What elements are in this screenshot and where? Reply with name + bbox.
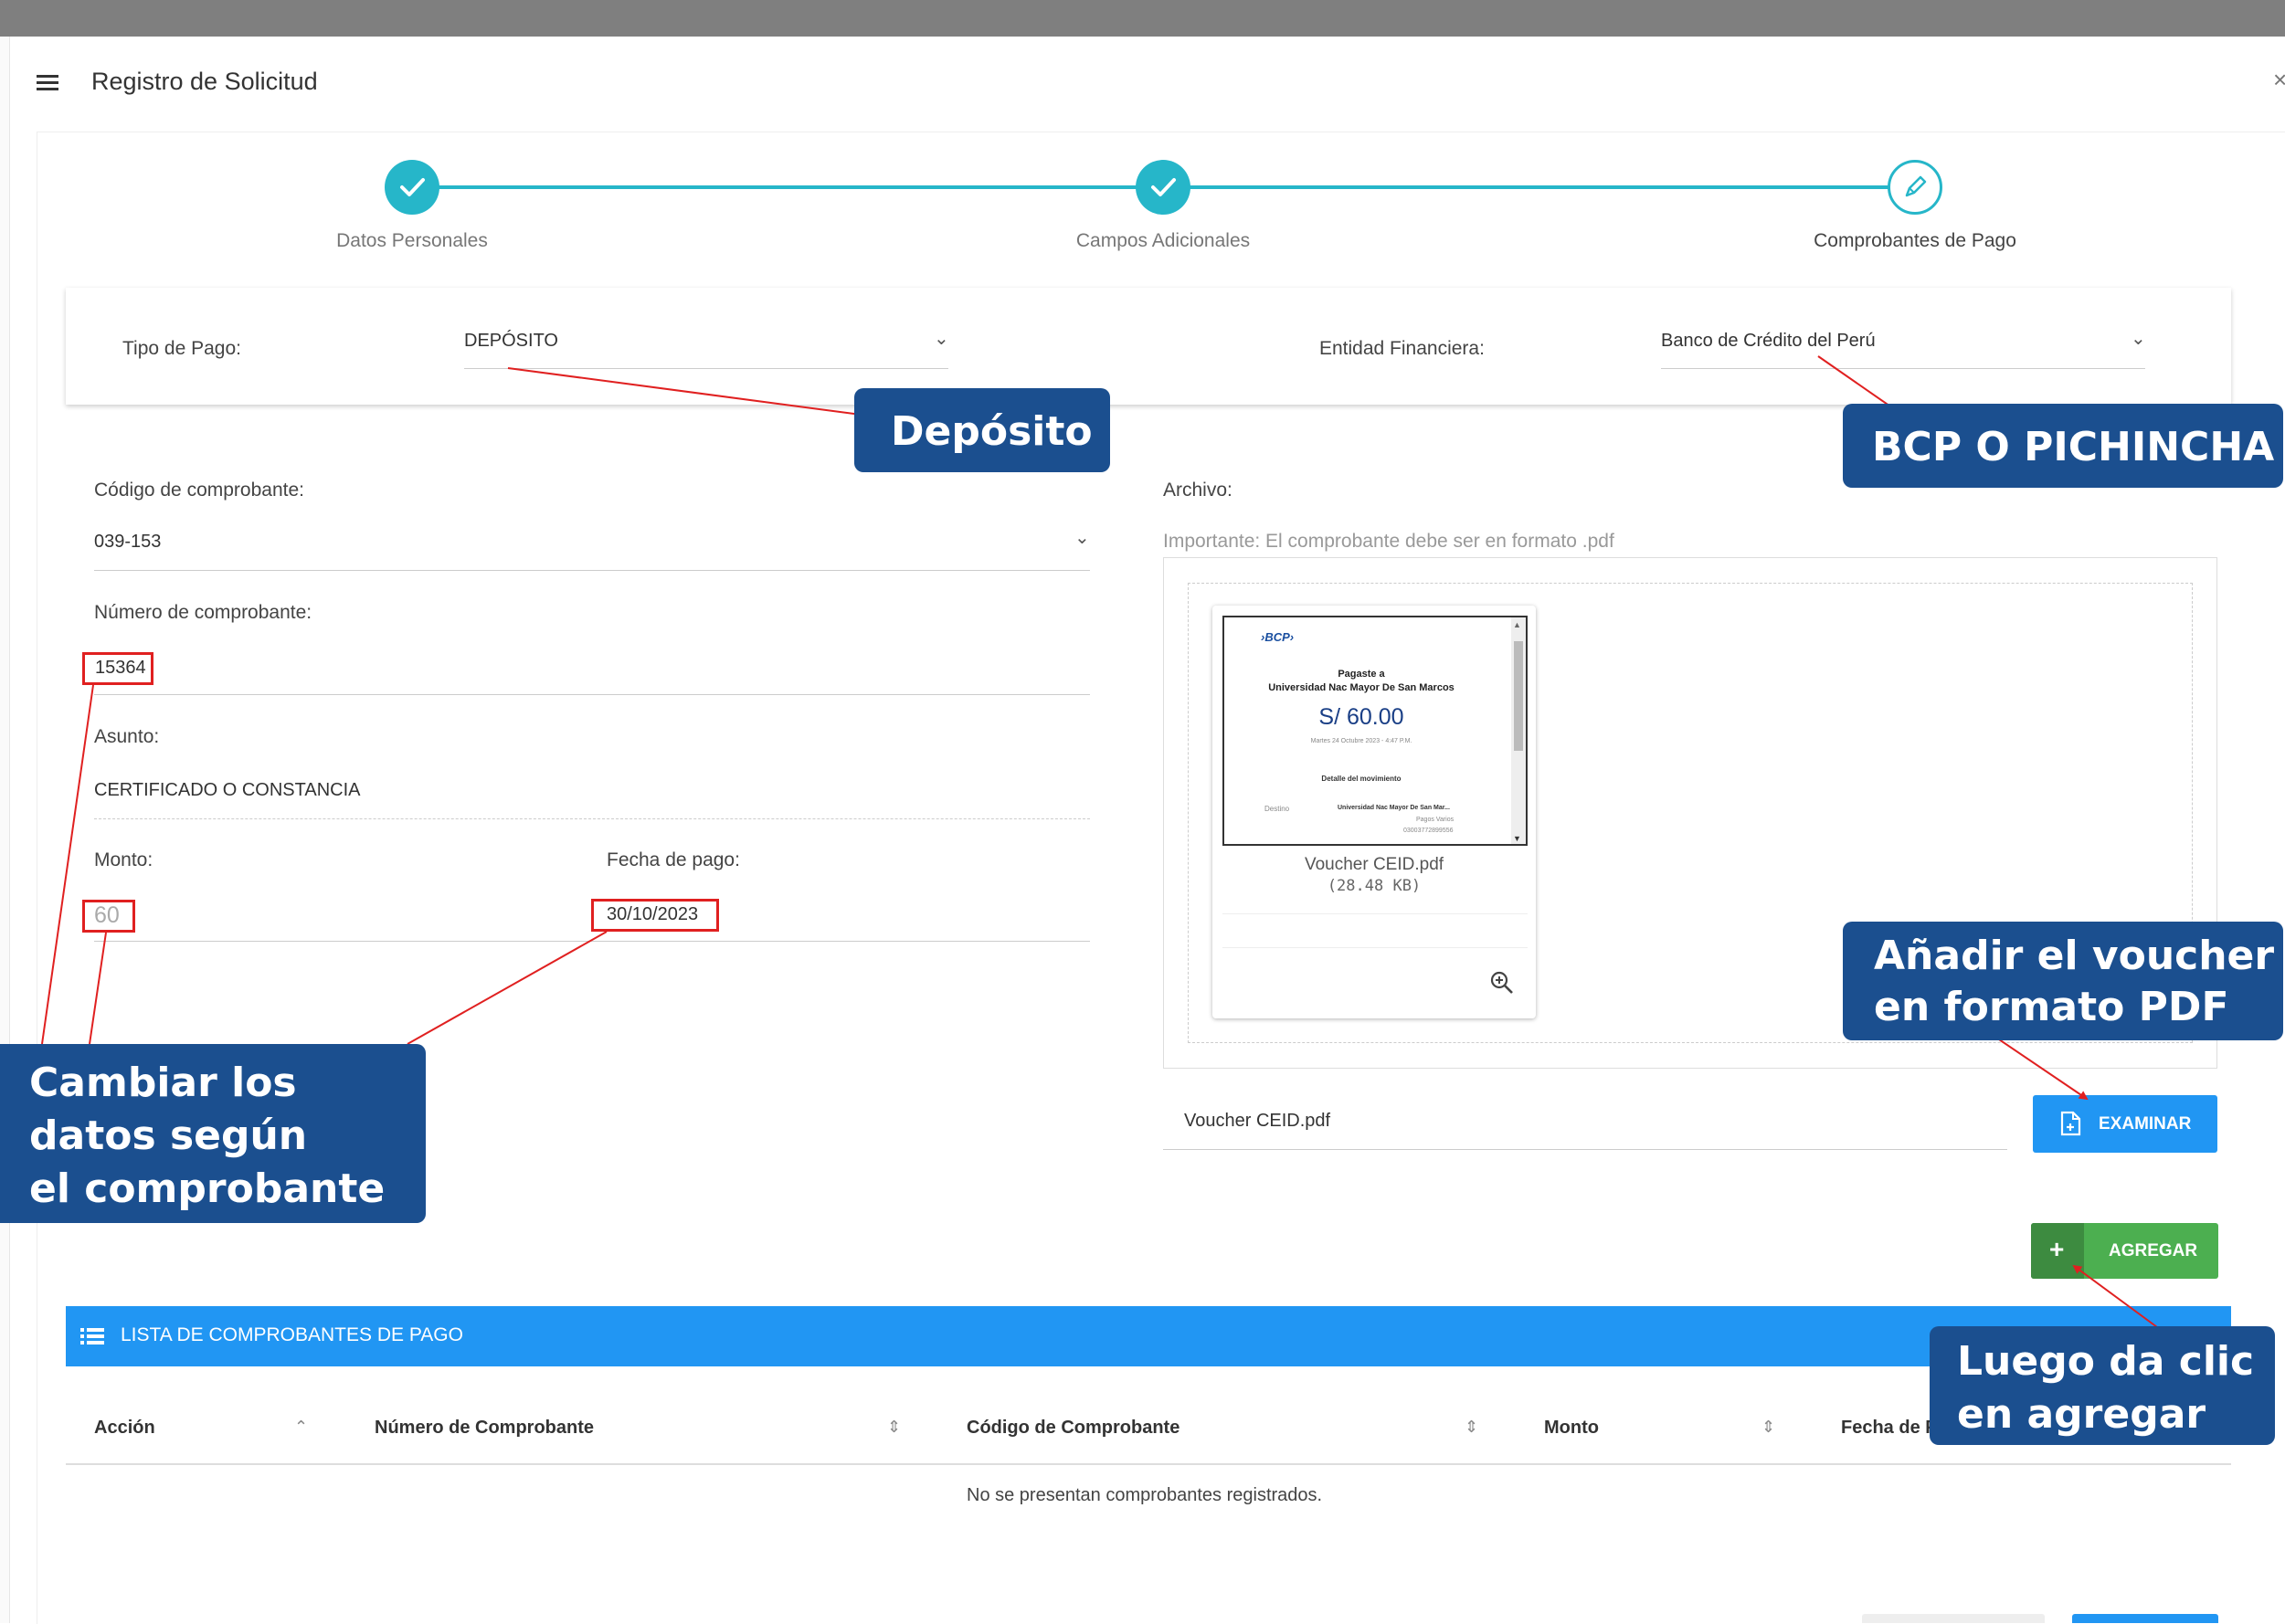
- callout-bcp: BCP O PICHINCHA: [1843, 404, 2283, 488]
- callout-deposito: Depósito: [854, 388, 1110, 472]
- callout-voucher: Añadir el voucher en formato PDF: [1843, 922, 2283, 1040]
- callout-agregar: Luego da clic en agregar: [1930, 1326, 2275, 1445]
- callout-cambiar: Cambiar los datos según el comprobante: [0, 1044, 426, 1223]
